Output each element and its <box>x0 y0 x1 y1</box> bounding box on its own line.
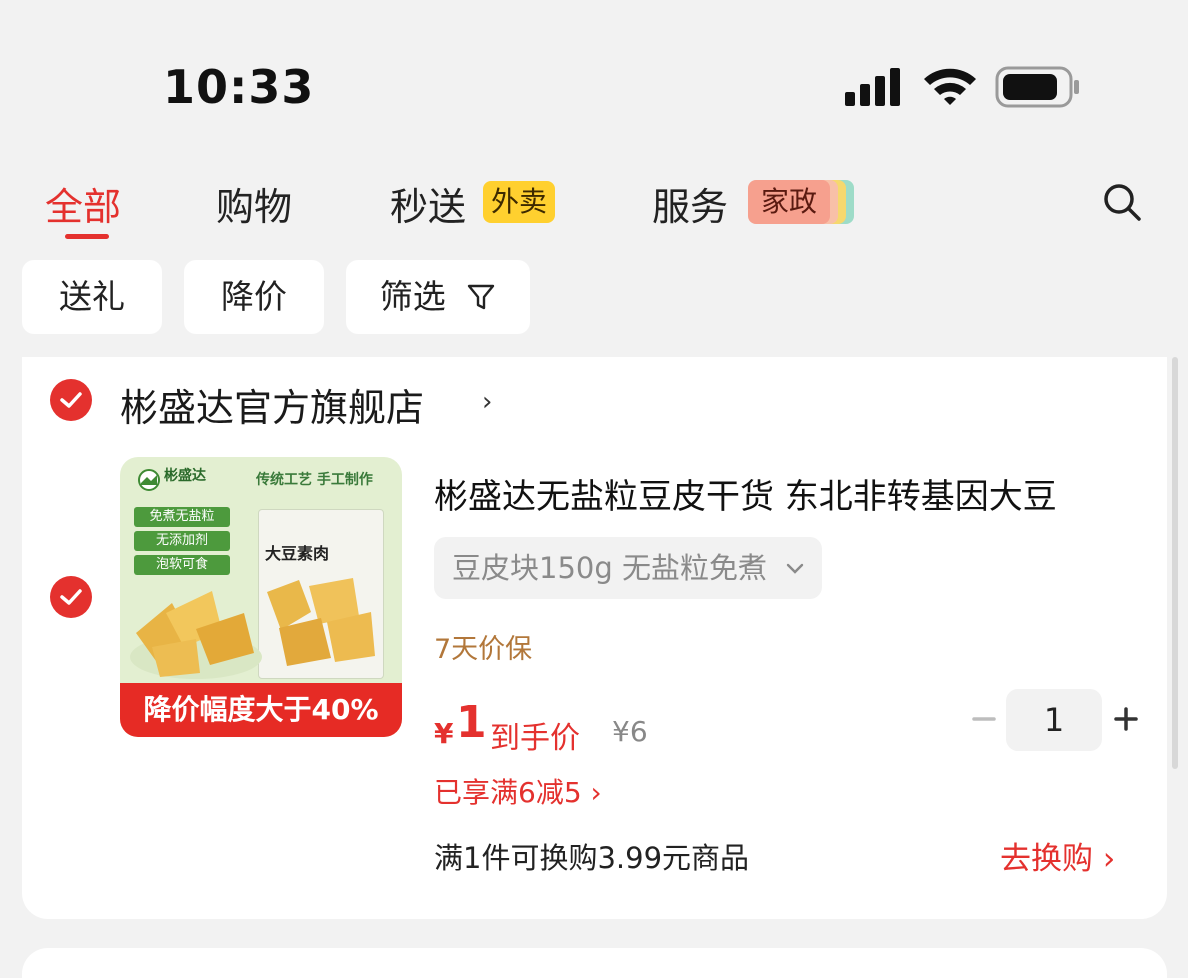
takeout-badge: 外卖 <box>483 181 556 223</box>
quantity-increase-button[interactable] <box>1112 705 1140 733</box>
cellular-signal-icon <box>845 68 900 106</box>
filter-button[interactable]: 筛选 <box>346 260 530 334</box>
quantity-input[interactable]: 1 <box>1006 689 1102 751</box>
product-thumbnail[interactable]: 彬盛达 传统工艺 手工制作 免煮无盐粒 无添加剂 泡软可食 大豆素肉 降价幅度大… <box>120 457 402 737</box>
thumbnail-feature: 泡软可食 <box>134 555 230 575</box>
sku-selector[interactable]: 豆皮块150g 无盐粒免煮 <box>434 537 823 599</box>
chevron-down-icon <box>787 563 804 574</box>
funnel-icon <box>468 284 495 310</box>
tab-active-indicator <box>65 234 109 239</box>
chevron-right-icon[interactable]: › <box>482 387 492 417</box>
price-protection-tag: 7天价保 <box>434 634 533 665</box>
product-title[interactable]: 彬盛达无盐粒豆皮干货 东北非转基因大豆 <box>434 469 1057 518</box>
filter-label: 筛选 <box>379 277 446 316</box>
exchange-purchase-link[interactable]: 去换购 › <box>1000 833 1115 878</box>
thumbnail-feature: 免煮无盐粒 <box>134 507 230 527</box>
shop-name[interactable]: 彬盛达官方旗舰店 <box>120 377 424 432</box>
cart-shop-card: 彬盛达官方旗舰店 › 彬盛达 传统工艺 手工制作 免煮无盐粒 无添加剂 泡软可食… <box>22 357 1167 919</box>
filter-gift[interactable]: 送礼 <box>22 260 162 334</box>
price-drop-banner: 降价幅度大于40% <box>120 683 402 737</box>
exchange-offer-text: 满1件可换购3.99元商品 <box>434 841 750 875</box>
tab-shopping[interactable]: 购物 <box>216 176 292 231</box>
tab-all[interactable]: 全部 <box>45 176 121 231</box>
sku-label: 豆皮块150g 无盐粒免煮 <box>452 551 767 585</box>
shop-select-checkbox[interactable] <box>50 379 92 421</box>
tofu-skin-pile-illustration <box>130 591 262 679</box>
search-button[interactable] <box>1100 180 1144 224</box>
plus-icon <box>1114 707 1138 731</box>
next-shop-card <box>22 948 1167 978</box>
status-time: 10:33 <box>163 60 315 114</box>
scrollbar[interactable] <box>1172 357 1178 769</box>
thumbnail-package: 大豆素肉 <box>258 509 384 679</box>
checkmark-icon <box>60 589 82 605</box>
final-price: 1 <box>456 697 487 748</box>
status-bar: 10:33 <box>0 0 1188 150</box>
tab-instant-delivery[interactable]: 秒送 <box>390 176 466 231</box>
quantity-decrease-button[interactable] <box>970 705 998 733</box>
brand-logo-icon <box>138 469 160 491</box>
battery-icon <box>995 66 1079 108</box>
price-currency: ¥ <box>434 717 454 750</box>
thumbnail-brand: 彬盛达 <box>164 468 206 484</box>
tofu-skin-illustration <box>267 578 375 666</box>
housekeeping-badge-label: 家政 <box>748 180 830 224</box>
checkmark-icon <box>60 392 82 408</box>
minus-icon <box>972 717 996 721</box>
final-price-label: 到手价 <box>490 721 580 756</box>
product-select-checkbox[interactable] <box>50 576 92 618</box>
thumbnail-feature: 无添加剂 <box>134 531 230 551</box>
wifi-icon <box>924 68 976 105</box>
search-icon <box>1104 184 1141 221</box>
package-title: 大豆素肉 <box>265 544 330 563</box>
discount-promo-link[interactable]: 已享满6减5 › <box>434 771 602 811</box>
filter-price-drop[interactable]: 降价 <box>184 260 324 334</box>
original-price: ¥6 <box>612 715 648 748</box>
housekeeping-badge: 家政 <box>748 180 854 224</box>
thumbnail-slogan: 传统工艺 手工制作 <box>256 472 373 488</box>
tab-services[interactable]: 服务 <box>652 176 728 231</box>
